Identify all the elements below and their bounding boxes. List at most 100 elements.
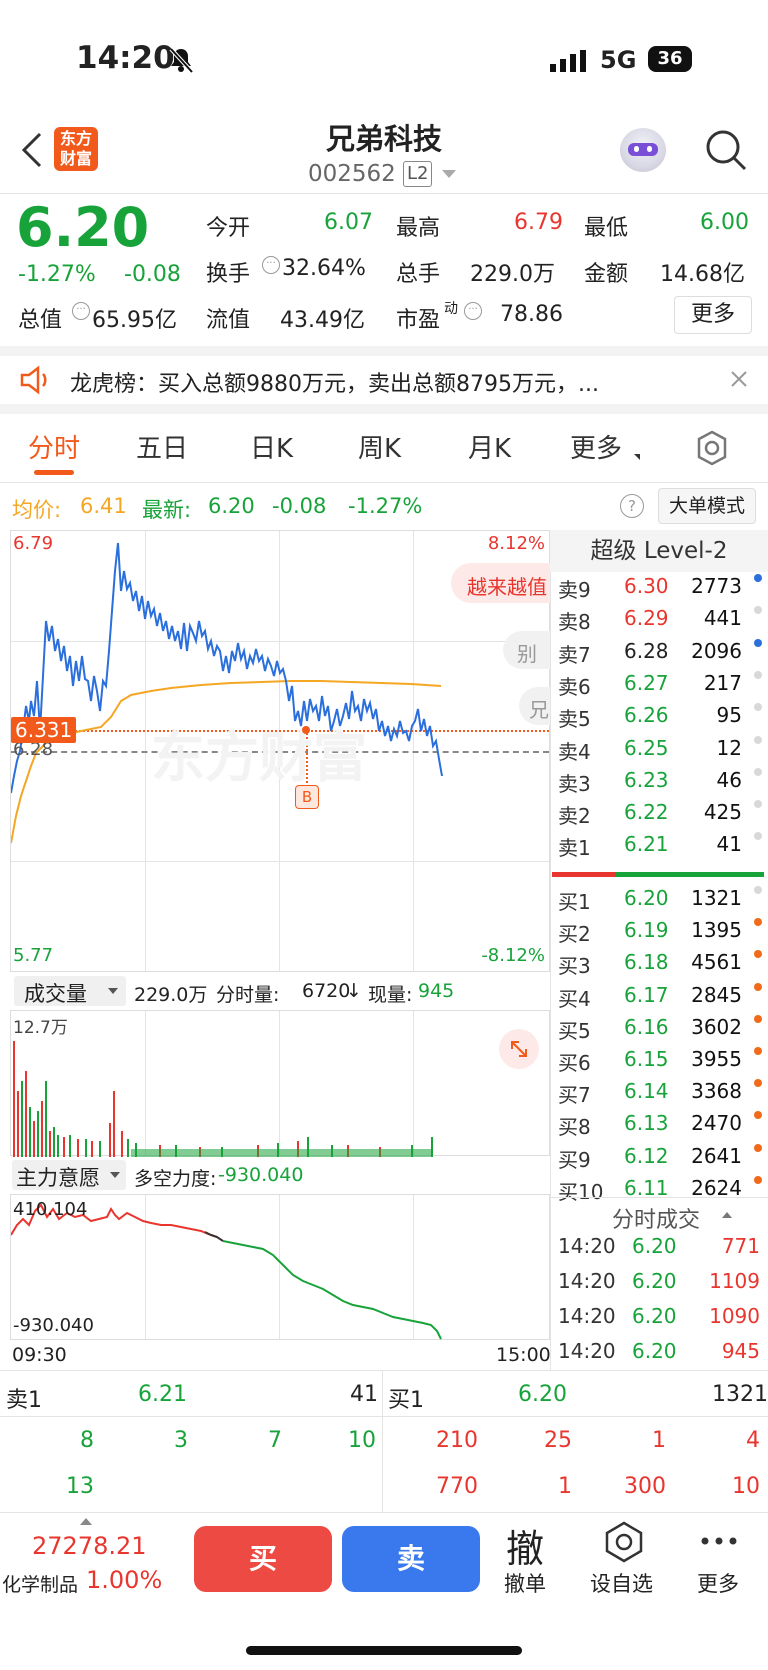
price-line [11,542,443,794]
bid-row[interactable]: 买1 6.20 1321 [558,886,762,918]
ask-row[interactable]: 卖2 6.22 425 [558,800,762,832]
notice-text[interactable]: 龙虎榜：买入总额9880万元，卖出总额8795万元，... [70,366,599,398]
queue-order: 10 [732,1474,760,1499]
ask-price: 6.26 [624,703,669,728]
promo-bubble[interactable]: 越来越值 [451,563,551,603]
tab-intraday[interactable]: 分时 [28,428,80,465]
orderbook-title[interactable]: 超级 Level-2 [550,530,768,572]
ask-volume: 46 [716,767,742,792]
tab-daily-k[interactable]: 日K [250,428,293,465]
queue-order: 4 [746,1428,760,1453]
ask-flag-dot [754,638,762,647]
bid-row[interactable]: 买2 6.19 1395 [558,918,762,950]
tick-time: 14:20 [558,1269,616,1293]
volume-chart[interactable]: 12.7万 [10,1010,550,1157]
tick-row: 14:20 6.20 1109 [558,1269,762,1303]
ask-row[interactable]: 卖4 6.25 12 [558,735,762,768]
promo-text-2: 别 [517,642,537,666]
bid-row[interactable]: 买5 6.16 3602 [558,1014,762,1047]
ask-volume: 425 [703,800,742,825]
index-name[interactable]: 化学制品 [2,1570,78,1597]
tab-five-day[interactable]: 五日 [136,428,188,465]
mktcap-value: 65.95亿 [92,308,177,333]
ask-row[interactable]: 卖9 6.30 2773 [558,574,762,606]
ask-row[interactable]: 卖5 6.26 95 [558,703,762,735]
ask-price: 6.29 [624,606,669,631]
pct-min-label: -8.12% [481,945,545,966]
ask-price: 6.25 [624,735,669,760]
ask-flag-dot [754,800,762,809]
robot-assistant-icon[interactable] [620,128,666,172]
add-watchlist-label[interactable]: 设自选 [590,1568,653,1598]
low-label: 最低 [584,216,629,241]
bid-row[interactable]: 买7 6.14 3368 [558,1079,762,1111]
ask-row[interactable]: 卖7 6.28 2096 [558,638,762,671]
ask-flag-dot [754,767,762,776]
tab-monthly-k[interactable]: 月K [468,428,511,465]
ask-row[interactable]: 卖8 6.29 441 [558,606,762,638]
index-value[interactable]: 27278.21 [32,1532,147,1560]
strength-value: -930.040 [218,1164,304,1186]
stock-code[interactable]: 002562 [308,161,396,187]
sell-button[interactable]: 卖 [342,1526,480,1592]
bid-row[interactable]: 买3 6.18 4561 [558,950,762,982]
tab-more[interactable]: 更多 [570,428,622,465]
close-icon[interactable] [730,370,748,388]
info-icon[interactable]: ··· [72,302,90,320]
index-percent[interactable]: 1.00% [86,1566,162,1594]
ask-volume: 12 [716,735,742,760]
tab-weekly-k[interactable]: 周K [358,428,401,465]
pe-info-icon[interactable]: ··· [464,302,482,320]
tick-time: 14:20 [558,1234,616,1258]
ask-row[interactable]: 卖3 6.23 46 [558,767,762,800]
bid-row[interactable]: 买6 6.15 3955 [558,1047,762,1079]
code-dropdown-icon[interactable] [442,170,456,178]
cancel-order-icon[interactable]: 撤 [506,1518,544,1573]
big-order-mode-button[interactable]: 大单模式 [658,488,756,524]
ask-price: 6.30 [624,574,669,598]
flow-bottom-label: -930.040 [13,1315,94,1336]
more-button[interactable]: 更多 [674,296,752,334]
status-time: 14:20 [76,40,175,76]
tick-volume: 1109 [709,1269,760,1293]
level-badge[interactable]: L2 [403,161,433,187]
intraday-chart[interactable]: 东方财富 6.79 8.12% 5.77 -8.12% 6.28 6.331 B… [10,530,551,972]
settings-gear-icon[interactable] [694,430,730,466]
expand-icon[interactable] [499,1029,539,1069]
cancel-order-label[interactable]: 撤单 [504,1568,546,1598]
flow-selector[interactable]: 主力意愿 [12,1160,126,1190]
buy-marker[interactable]: B [295,785,319,809]
period-volume-value: 6720 [302,980,351,1002]
queue-order: 1 [652,1428,666,1453]
buy-button[interactable]: 买 [194,1526,332,1592]
help-icon[interactable]: ? [620,494,644,518]
bid-label: 买3 [558,954,591,979]
bid-row[interactable]: 买9 6.12 2641 [558,1143,762,1176]
flow-chart[interactable]: 410.104 -930.040 [10,1194,550,1340]
queue-order: 7 [268,1428,282,1453]
promo-bubble-2[interactable]: 别 [503,631,551,669]
volume-selector[interactable]: 成交量 [14,976,126,1006]
bid-row[interactable]: 买8 6.13 2470 [558,1111,762,1143]
more-dots-icon[interactable] [700,1536,738,1546]
open-value: 6.07 [324,210,373,235]
promo-bubble-3[interactable]: 兄 [519,687,551,725]
float-label: 流值 [206,308,251,333]
more-label[interactable]: 更多 [697,1568,739,1598]
bid-row[interactable]: 买4 6.17 2845 [558,982,762,1015]
ask-row[interactable]: 卖6 6.27 217 [558,670,762,703]
tick-volume: 771 [721,1234,760,1258]
period-volume-label: 分时量: [216,984,280,1006]
ticks-caret-icon[interactable] [722,1212,732,1218]
volume-value: 229.0万 [470,262,555,287]
tick-price: 6.20 [632,1269,677,1293]
battery-icon: 36 [648,46,692,72]
queue-sell-price: 6.21 [138,1382,187,1407]
bid-volume: 4561 [691,950,742,975]
search-icon[interactable] [704,128,748,172]
turnover-info-icon[interactable]: ··· [262,256,280,274]
ticks-title[interactable]: 分时成交 [612,1202,700,1234]
add-watchlist-icon[interactable] [602,1520,646,1564]
ask-row[interactable]: 卖1 6.21 41 [558,832,762,864]
time-end-label: 15:00 [496,1344,551,1366]
